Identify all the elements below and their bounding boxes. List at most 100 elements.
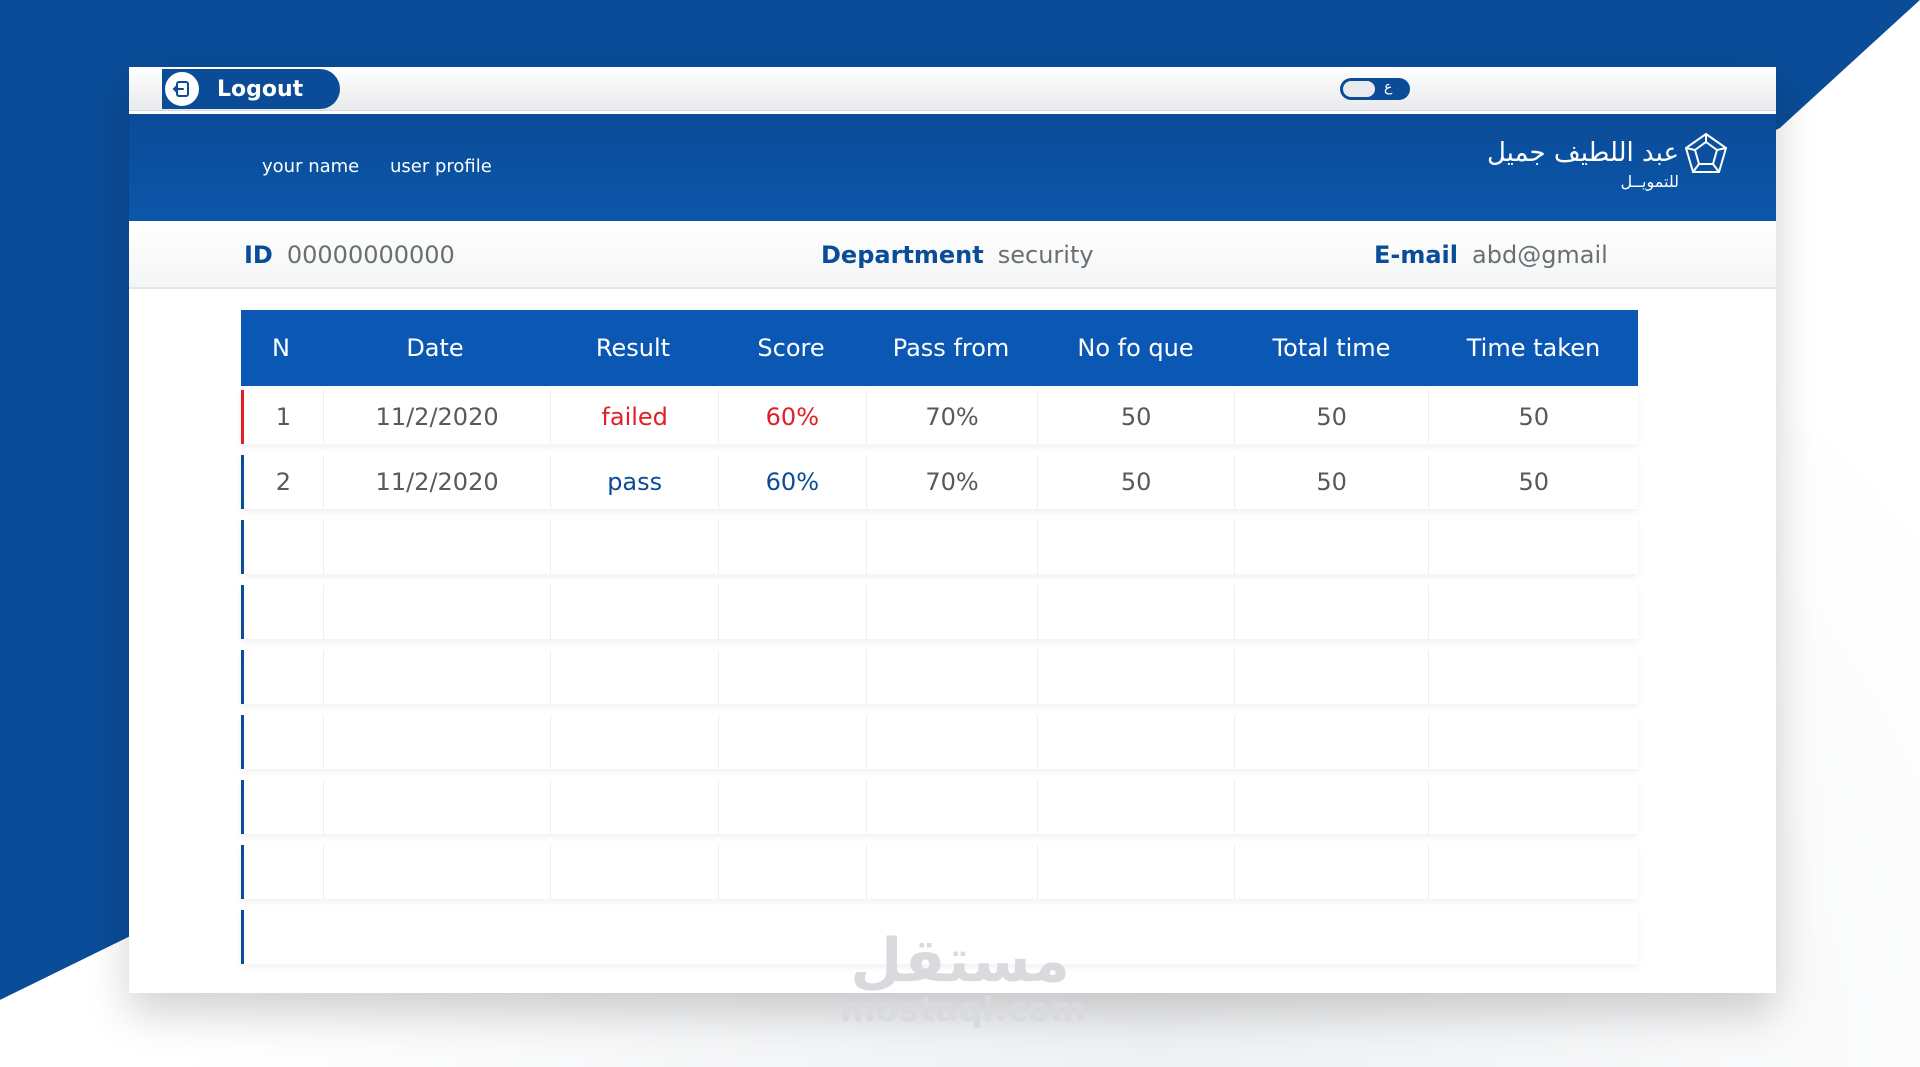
logout-icon — [162, 69, 202, 109]
empty-cell — [1235, 845, 1430, 899]
empty-cell — [1038, 715, 1235, 769]
empty-cell — [1038, 585, 1235, 639]
empty-cell — [1429, 780, 1638, 834]
company-logo: عبد اللطيف جميل للتمويــل — [1486, 128, 1729, 200]
empty-table-row — [241, 585, 1638, 639]
cell-time-taken: 50 — [1518, 403, 1549, 431]
cell-result: pass — [551, 455, 719, 509]
results-table: N Date Result Score Pass from No fo que … — [241, 310, 1638, 975]
empty-cell — [719, 650, 867, 704]
column-header[interactable]: Total time — [1234, 310, 1429, 386]
cell-time-taken: 50 — [1518, 468, 1549, 496]
logout-label: Logout — [217, 77, 304, 102]
empty-cell — [719, 520, 867, 574]
empty-cell — [1038, 650, 1235, 704]
id-field: ID 00000000000 — [244, 241, 455, 269]
empty-cell — [1038, 780, 1235, 834]
user-profile-link[interactable]: user profile — [390, 156, 492, 177]
empty-cell — [1429, 715, 1638, 769]
cell-no-fo-que: 50 — [1038, 455, 1235, 509]
table-header: N Date Result Score Pass from No fo que … — [241, 310, 1638, 386]
empty-cell — [551, 715, 719, 769]
cell-score: 60% — [719, 390, 867, 444]
empty-cell — [324, 715, 552, 769]
language-letter: ع — [1384, 79, 1393, 95]
column-header[interactable]: Score — [717, 310, 865, 386]
cell-score: 60% — [719, 455, 867, 509]
language-toggle[interactable]: ع — [1340, 78, 1410, 100]
empty-cell — [1038, 520, 1235, 574]
email-value: abd@gmail — [1472, 241, 1608, 269]
logout-button[interactable]: Logout — [162, 69, 340, 109]
empty-cell — [719, 845, 867, 899]
empty-cell — [1038, 845, 1235, 899]
department-value: security — [997, 241, 1094, 269]
cell-n: 1 — [244, 390, 324, 444]
empty-cell — [719, 715, 867, 769]
empty-cell — [1429, 585, 1638, 639]
column-header[interactable]: No fo que — [1037, 310, 1234, 386]
empty-table-row — [241, 650, 1638, 704]
empty-cell — [324, 780, 552, 834]
watermark-arabic: مستقل — [850, 926, 1070, 996]
department-field: Department security — [821, 241, 1094, 269]
empty-cell — [867, 520, 1039, 574]
empty-cell — [551, 845, 719, 899]
empty-cell — [244, 780, 324, 834]
empty-cell — [867, 845, 1039, 899]
cell-total-time: 50 — [1235, 455, 1430, 509]
empty-cell — [719, 780, 867, 834]
empty-cell — [244, 715, 324, 769]
empty-cell — [551, 585, 719, 639]
empty-cell — [1429, 650, 1638, 704]
department-label: Department — [821, 241, 984, 269]
empty-cell — [244, 520, 324, 574]
empty-table-row — [241, 715, 1638, 769]
empty-cell — [244, 585, 324, 639]
your-name-link[interactable]: your name — [262, 156, 359, 177]
empty-cell — [1235, 585, 1430, 639]
logo-text-line2: للتمويــل — [1620, 172, 1679, 191]
empty-cell — [551, 520, 719, 574]
empty-cell — [1235, 650, 1430, 704]
empty-cell — [1429, 520, 1638, 574]
empty-cell — [324, 520, 552, 574]
empty-cell — [1235, 780, 1430, 834]
empty-cell — [867, 715, 1039, 769]
column-header[interactable]: Pass from — [865, 310, 1037, 386]
table-row[interactable]: 2 11/2/2020 pass 60% 70% 50 50 50 — [241, 455, 1638, 509]
logo-mark-icon — [1684, 132, 1728, 173]
column-header[interactable]: Time taken — [1429, 310, 1638, 386]
empty-cell — [324, 845, 552, 899]
empty-cell — [324, 585, 552, 639]
toggle-knob — [1343, 81, 1375, 97]
table-row[interactable]: 1 11/2/2020 failed 60% 70% 50 50 50 — [241, 390, 1638, 444]
empty-cell — [324, 650, 552, 704]
cell-no-fo-que: 50 — [1038, 390, 1235, 444]
cell-total-time: 50 — [1235, 390, 1430, 444]
cell-date: 11/2/2020 — [324, 455, 552, 509]
empty-cell — [244, 845, 324, 899]
column-header[interactable]: Result — [549, 310, 717, 386]
empty-cell — [1429, 845, 1638, 899]
empty-cell — [1235, 520, 1430, 574]
cell-date: 11/2/2020 — [324, 390, 552, 444]
empty-cell — [867, 650, 1039, 704]
empty-table-row — [241, 780, 1638, 834]
top-bar: Logout ع — [129, 67, 1776, 111]
column-header[interactable]: Date — [321, 310, 549, 386]
empty-table-row — [241, 520, 1638, 574]
page-header: your name user profile عبد اللطيف جميل ل… — [129, 114, 1776, 221]
app-window: Logout ع your name user profile عبد اللط… — [129, 67, 1776, 993]
column-header[interactable]: N — [241, 310, 321, 386]
watermark: مستقل mostaql.com — [840, 926, 1086, 1028]
id-value: 00000000000 — [286, 241, 455, 269]
empty-cell — [244, 650, 324, 704]
empty-cell — [719, 585, 867, 639]
cell-result: failed — [551, 390, 719, 444]
empty-cell — [551, 780, 719, 834]
id-label: ID — [244, 241, 273, 269]
empty-cell — [867, 585, 1039, 639]
logo-text-line1: عبد اللطيف جميل — [1486, 138, 1679, 168]
empty-cell — [1235, 715, 1430, 769]
